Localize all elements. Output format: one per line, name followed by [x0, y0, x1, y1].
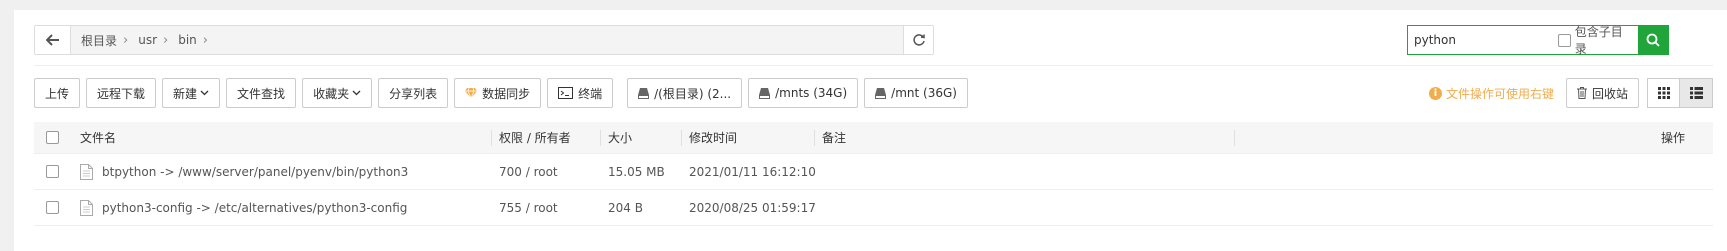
share-list-label: 分享列表: [389, 86, 438, 101]
search-box: 包含子目录: [1407, 23, 1669, 57]
info-icon: i: [1428, 86, 1442, 100]
toolbar: 上传 远程下载 新建 文件查找 收藏夹 分享列表 数据同步 终端 /(根目录) …: [34, 78, 974, 108]
disk-mnt-button[interactable]: /mnt (36G): [864, 78, 968, 108]
share-list-button[interactable]: 分享列表: [378, 78, 449, 108]
refresh-button[interactable]: [903, 26, 933, 54]
favorites-label: 收藏夹: [313, 86, 350, 101]
terminal-icon: [558, 87, 574, 99]
table-row[interactable]: python3-config -> /etc/alternatives/pyth…: [34, 190, 1713, 226]
new-label: 新建: [173, 86, 198, 101]
header-note: 备注: [822, 131, 847, 145]
table-header: 文件名 权限 / 所有者 大小 修改时间 备注 操作: [34, 122, 1713, 154]
disk-icon: [638, 87, 650, 99]
file-table: 文件名 权限 / 所有者 大小 修改时间 备注 操作 btpython -> /…: [34, 122, 1713, 226]
recycle-bin-label: 回收站: [1591, 86, 1628, 101]
disk-root-button[interactable]: /(根目录) (2...: [627, 78, 743, 108]
file-size: 204 B: [608, 200, 643, 215]
header-size[interactable]: 大小: [608, 129, 632, 146]
column-divider: [1234, 130, 1235, 146]
header-name[interactable]: 文件名: [80, 129, 116, 146]
upload-button[interactable]: 上传: [34, 78, 81, 108]
file-search-button[interactable]: 文件查找: [226, 78, 297, 108]
file-name-cell[interactable]: btpython -> /www/server/panel/pyenv/bin/…: [80, 163, 408, 180]
chevron-down-icon: [352, 90, 361, 96]
crumb-bin[interactable]: bin ›: [174, 33, 214, 48]
disk-mnts-label: /mnts (34G): [775, 86, 848, 100]
recycle-bin-button[interactable]: 回收站: [1565, 78, 1639, 108]
breadcrumb: 根目录 › usr › bin ›: [71, 26, 903, 54]
header-op: 操作: [1660, 131, 1685, 145]
new-button[interactable]: 新建: [162, 78, 221, 108]
favorites-button[interactable]: 收藏夹: [302, 78, 373, 108]
data-sync-label: 数据同步: [482, 86, 531, 101]
disk-mnt-label: /mnt (36G): [891, 86, 957, 100]
remote-download-label: 远程下载: [97, 86, 146, 101]
search-icon: [1646, 33, 1660, 47]
remote-download-button[interactable]: 远程下载: [86, 78, 157, 108]
divider: [34, 65, 1713, 66]
column-divider: [681, 130, 682, 146]
include-subdir-label: 包含子目录: [1574, 25, 1623, 56]
file-manager-panel: 根目录 › usr › bin › 包含子目录: [14, 10, 1727, 251]
include-subdir-checkbox[interactable]: 包含子目录: [1558, 23, 1634, 57]
path-bar: 根目录 › usr › bin ›: [34, 25, 934, 55]
trash-icon: [1576, 87, 1587, 99]
header-perm[interactable]: 权限 / 所有者: [499, 129, 571, 146]
search-input[interactable]: [1408, 27, 1558, 53]
column-divider: [814, 130, 815, 146]
list-icon: [1689, 87, 1703, 99]
row-checkbox[interactable]: [46, 201, 59, 214]
refresh-icon: [912, 34, 925, 46]
right-tools: i 文件操作可使用右键 回收站: [1428, 78, 1713, 108]
crumb-usr[interactable]: usr ›: [134, 33, 174, 48]
grid-icon: [1657, 87, 1670, 99]
file-name[interactable]: btpython -> /www/server/panel/pyenv/bin/…: [102, 165, 408, 179]
file-name[interactable]: python3-config -> /etc/alternatives/pyth…: [102, 201, 407, 215]
file-mtime: 2021/01/11 16:12:10: [689, 164, 816, 179]
diamond-icon: [465, 88, 478, 98]
back-button[interactable]: [35, 26, 71, 54]
arrow-left-icon: [45, 34, 59, 46]
column-divider: [600, 130, 601, 146]
checkbox-box[interactable]: [1558, 33, 1571, 47]
disk-icon: [875, 87, 887, 99]
file-name-cell[interactable]: python3-config -> /etc/alternatives/pyth…: [80, 199, 407, 216]
file-search-label: 文件查找: [237, 86, 286, 101]
grid-view-button[interactable]: [1647, 78, 1680, 108]
file-mtime: 2020/08/25 01:59:17: [689, 200, 816, 215]
chevron-right-icon: ›: [202, 32, 208, 48]
context-menu-hint: i 文件操作可使用右键: [1428, 85, 1554, 102]
header-mtime[interactable]: 修改时间: [689, 129, 737, 146]
select-all-checkbox[interactable]: [46, 131, 59, 144]
list-view-button[interactable]: [1680, 78, 1713, 108]
chevron-right-icon: ›: [123, 32, 129, 48]
file-perm[interactable]: 755 / root: [499, 201, 558, 215]
terminal-label: 终端: [578, 86, 603, 101]
disk-root-label: /(根目录) (2...: [654, 86, 732, 101]
row-checkbox[interactable]: [46, 165, 59, 178]
file-size: 15.05 MB: [608, 164, 665, 179]
file-perm[interactable]: 700 / root: [499, 165, 558, 179]
view-toggle: [1647, 78, 1713, 108]
file-icon: [80, 199, 93, 216]
disk-icon: [759, 87, 771, 99]
search-button[interactable]: [1637, 25, 1669, 55]
upload-label: 上传: [45, 86, 70, 101]
crumb-label: usr: [138, 33, 158, 47]
column-divider: [491, 130, 492, 146]
disk-mnts-button[interactable]: /mnts (34G): [748, 78, 859, 108]
table-row[interactable]: btpython -> /www/server/panel/pyenv/bin/…: [34, 154, 1713, 190]
crumb-root[interactable]: 根目录 ›: [77, 32, 134, 49]
hint-text: 文件操作可使用右键: [1445, 86, 1554, 101]
terminal-button[interactable]: 终端: [547, 78, 614, 108]
chevron-down-icon: [200, 90, 209, 96]
data-sync-button[interactable]: 数据同步: [454, 78, 542, 108]
file-icon: [80, 163, 93, 180]
crumb-label: 根目录: [81, 33, 118, 48]
crumb-label: bin: [178, 33, 197, 47]
chevron-right-icon: ›: [163, 32, 169, 48]
